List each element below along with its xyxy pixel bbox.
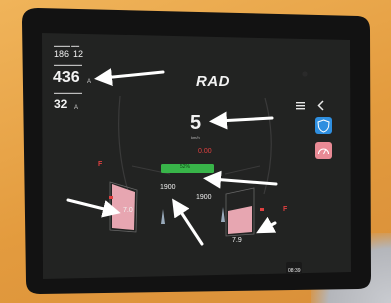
left-value-1: 186 xyxy=(54,49,70,59)
big-current-value: 436 xyxy=(53,69,80,86)
left-value-2: 12 xyxy=(73,49,84,59)
big-current-unit: A xyxy=(87,79,92,85)
right-flag: F xyxy=(283,206,288,213)
gear-label: km/h xyxy=(191,135,200,140)
tablet-device: ▬▬▬▬ ▬▬ 186 12 ▬▬▬▬▬▬▬ 436 A ▬▬▬▬▬▬▬ 32 … xyxy=(20,6,375,296)
left-flag: F xyxy=(98,161,103,168)
green-bar-label: 52% xyxy=(180,164,191,170)
gear-value: 5 xyxy=(190,112,202,134)
tablet-screen xyxy=(42,33,351,279)
right-pressure: 7.9 xyxy=(232,237,242,244)
second-current-value: 32 xyxy=(54,97,68,111)
brand-logo: RAD xyxy=(196,73,230,90)
second-current-unit: A xyxy=(74,105,79,111)
red-value: 0.00 xyxy=(198,148,212,155)
left-pressure: 7.0 xyxy=(123,207,133,214)
photo: ▬▬▬▬ ▬▬ 186 12 ▬▬▬▬▬▬▬ 436 A ▬▬▬▬▬▬▬ 32 … xyxy=(0,0,391,303)
camera-icon xyxy=(302,71,308,77)
menu-icon[interactable] xyxy=(296,102,305,110)
clock-time: 08:39 xyxy=(288,268,301,274)
left-rpm: 1900 xyxy=(160,184,176,191)
right-rpm: 1900 xyxy=(196,194,212,201)
speedometer-icon[interactable] xyxy=(315,142,332,159)
